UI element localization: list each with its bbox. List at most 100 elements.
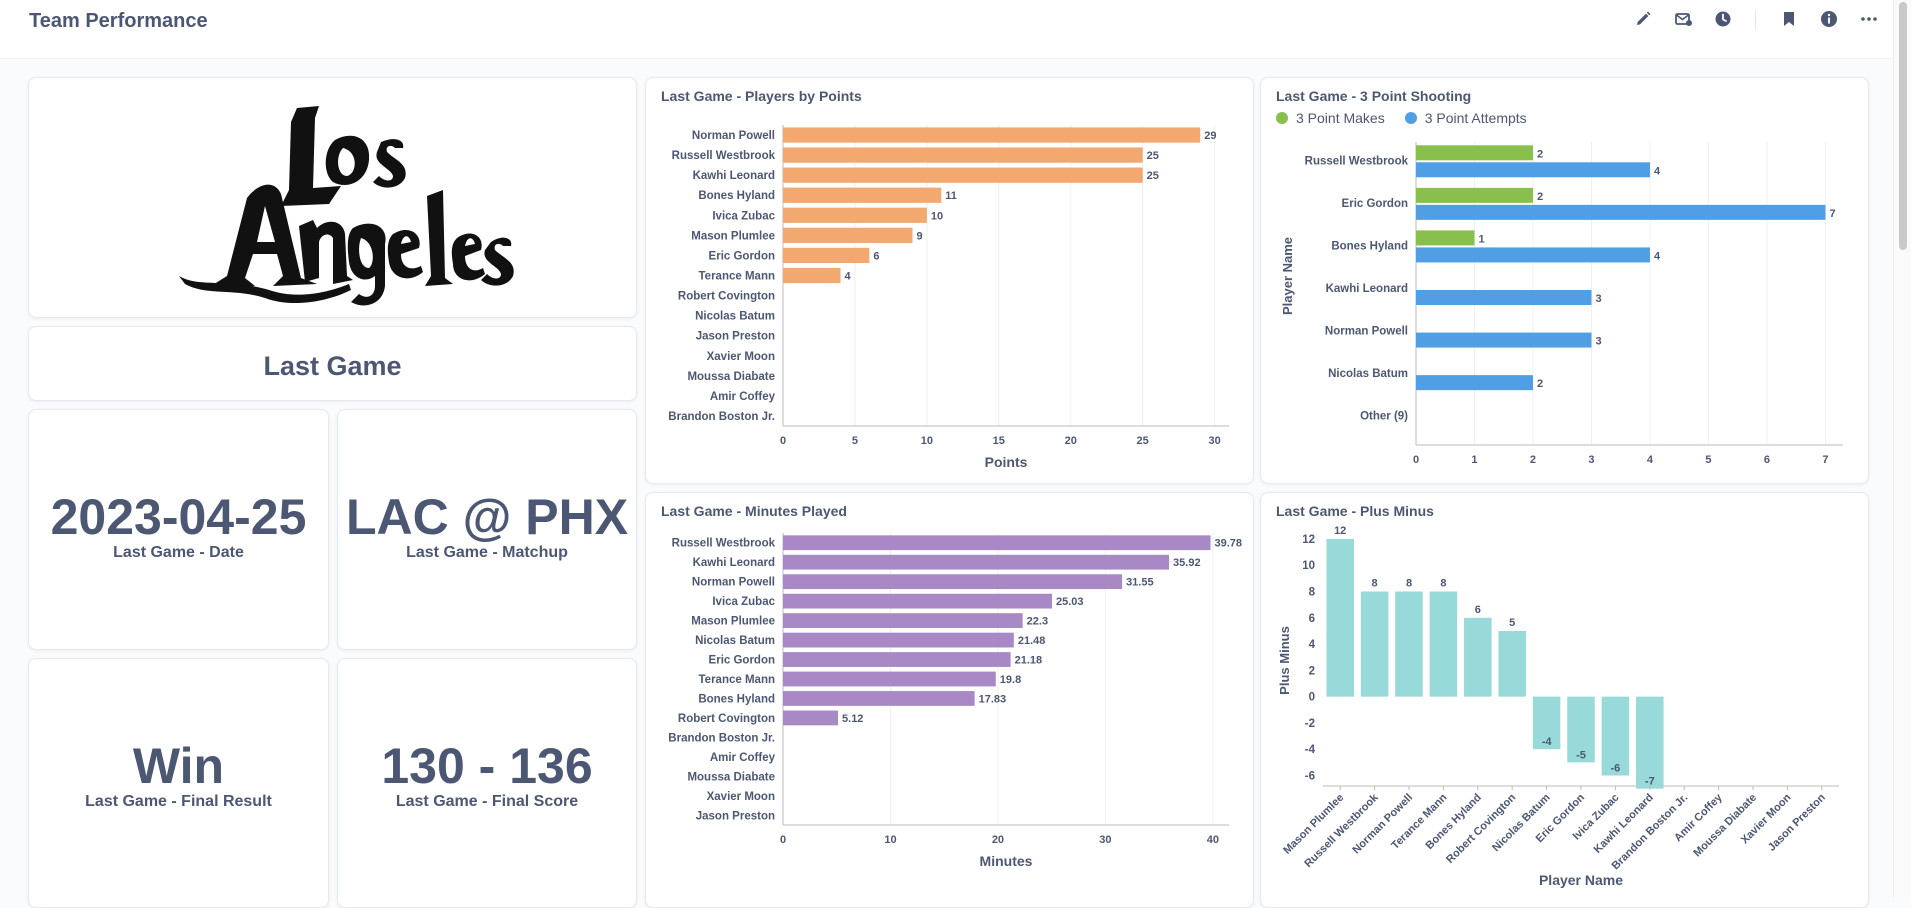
y-tick-label: 2: [1309, 665, 1315, 677]
y-tick-label: Kawhi Leonard: [1326, 283, 1408, 295]
x-tick-label: 2: [1530, 454, 1536, 466]
bar[interactable]: [783, 671, 996, 687]
x-tick-label: 30: [1208, 435, 1220, 447]
scalar-label[interactable]: Last Game - Final Result: [29, 793, 328, 811]
y-tick-label: Kawhi Leonard: [693, 557, 775, 569]
bar[interactable]: [783, 652, 1011, 667]
bar[interactable]: [783, 207, 927, 223]
subscriptions-icon[interactable]: [1672, 8, 1694, 30]
data-label: 4: [1654, 165, 1661, 177]
bar[interactable]: [1416, 375, 1533, 391]
bar[interactable]: [783, 535, 1211, 551]
result-card[interactable]: Win Last Game - Final Result: [28, 658, 329, 908]
bookmark-icon[interactable]: [1778, 8, 1800, 30]
bar[interactable]: [783, 554, 1170, 570]
history-icon[interactable]: [1712, 8, 1734, 30]
y-tick-label: Ivica Zubac: [712, 596, 775, 608]
y-tick-label: Brandon Boston Jr.: [668, 411, 775, 423]
y-tick-label: Other (9): [1360, 411, 1408, 423]
bar[interactable]: [1360, 591, 1389, 697]
y-tick-label: Nicolas Batum: [1328, 368, 1408, 380]
bar[interactable]: [1416, 204, 1826, 220]
bar[interactable]: [783, 632, 1014, 648]
info-icon[interactable]: [1818, 8, 1840, 30]
three-point-chart-card[interactable]: Last Game - 3 Point Shooting 3 Point Mak…: [1260, 77, 1869, 484]
bar[interactable]: [1464, 617, 1492, 697]
bar[interactable]: [783, 187, 942, 203]
bar[interactable]: [1416, 247, 1650, 263]
data-label: -4: [1542, 736, 1553, 748]
y-axis-title: Plus Minus: [1277, 626, 1292, 695]
bar[interactable]: [1416, 230, 1475, 246]
bar[interactable]: [783, 227, 913, 243]
y-tick-label: Moussa Diabate: [687, 371, 775, 383]
bar[interactable]: [1429, 591, 1458, 697]
y-tick-label: Eric Gordon: [1342, 198, 1408, 210]
points-chart-card[interactable]: Last Game - Players by Points 0 5 10 15 20 25…: [645, 77, 1254, 484]
scalar-value: 130 - 136: [381, 738, 593, 794]
bar[interactable]: [783, 247, 870, 264]
data-label: -5: [1576, 749, 1586, 761]
data-label: 8: [1440, 578, 1446, 590]
bar[interactable]: [783, 574, 1123, 590]
y-tick-label: Nicolas Batum: [695, 635, 775, 647]
bar[interactable]: [1416, 290, 1592, 305]
bar[interactable]: [783, 167, 1143, 183]
data-label: 39.78: [1215, 538, 1243, 550]
bar[interactable]: [783, 691, 975, 706]
x-tick-label: 20: [992, 834, 1004, 846]
bar[interactable]: [783, 593, 1052, 609]
toolbar-divider: [1755, 10, 1756, 30]
bar[interactable]: [1416, 145, 1533, 161]
data-label: 21.48: [1018, 635, 1046, 647]
data-label: 6: [873, 250, 879, 262]
bar[interactable]: [1326, 538, 1354, 697]
bar[interactable]: [783, 267, 841, 284]
bar[interactable]: [1498, 630, 1526, 697]
matchup-card[interactable]: LAC @ PHX Last Game - Matchup: [337, 409, 637, 650]
x-tick-label: 10: [921, 435, 933, 447]
data-label: 25: [1147, 150, 1159, 162]
more-icon[interactable]: [1858, 8, 1880, 30]
bar[interactable]: [1416, 187, 1533, 203]
los-angeles-logo: [179, 106, 514, 306]
bar[interactable]: [1416, 332, 1592, 348]
x-tick-label: 20: [1065, 435, 1077, 447]
bar[interactable]: [1416, 162, 1650, 178]
score-card[interactable]: 130 - 136 Last Game - Final Score: [337, 658, 637, 908]
y-tick-label: Nicolas Batum: [695, 311, 775, 323]
data-label: 1: [1478, 233, 1484, 245]
data-label: 19.8: [1000, 674, 1021, 686]
plus-minus-chart-card[interactable]: Last Game - Plus Minus 12 10 8 6 4 2 0 -2 -4 -6 12…: [1260, 492, 1869, 908]
y-tick-label: Russell Westbrook: [1305, 155, 1409, 167]
bar[interactable]: [1395, 591, 1423, 697]
data-label: 8: [1372, 578, 1378, 590]
x-tick-label: 4: [1647, 454, 1654, 466]
bar[interactable]: [783, 613, 1023, 628]
logo-card[interactable]: [28, 77, 637, 318]
scalar-label[interactable]: Last Game - Date: [29, 544, 328, 562]
y-axis-title: Player Name: [1280, 237, 1295, 315]
scalar-label[interactable]: Last Game - Final Score: [338, 793, 636, 811]
y-tick-label: Ivica Zubac: [712, 210, 775, 222]
scalar-label[interactable]: Last Game - Matchup: [338, 544, 636, 562]
x-tick-label: 0: [1413, 454, 1419, 466]
y-tick-label: Eric Gordon: [709, 655, 775, 667]
y-tick-label: Bones Hyland: [698, 693, 775, 705]
y-tick-label: Kawhi Leonard: [693, 170, 775, 182]
y-tick-label: Mason Plumlee: [691, 616, 775, 628]
x-tick-label: 6: [1764, 454, 1770, 466]
page-scrollbar[interactable]: [1893, 0, 1911, 897]
pencil-icon[interactable]: [1632, 8, 1654, 30]
scrollbar-thumb[interactable]: [1899, 2, 1907, 250]
x-tick-label: 1: [1471, 454, 1477, 466]
dashboard-title[interactable]: Team Performance: [29, 10, 208, 33]
data-label: 5.12: [842, 713, 863, 725]
data-label: 4: [1654, 250, 1661, 262]
minutes-chart-card[interactable]: Last Game - Minutes Played 0 10 20 30 40 Russ…: [645, 492, 1254, 908]
bar[interactable]: [783, 127, 1201, 143]
bar[interactable]: [783, 147, 1143, 163]
date-card[interactable]: 2023-04-25 Last Game - Date: [28, 409, 329, 650]
y-tick-label: -6: [1305, 770, 1315, 782]
bar[interactable]: [783, 710, 839, 726]
